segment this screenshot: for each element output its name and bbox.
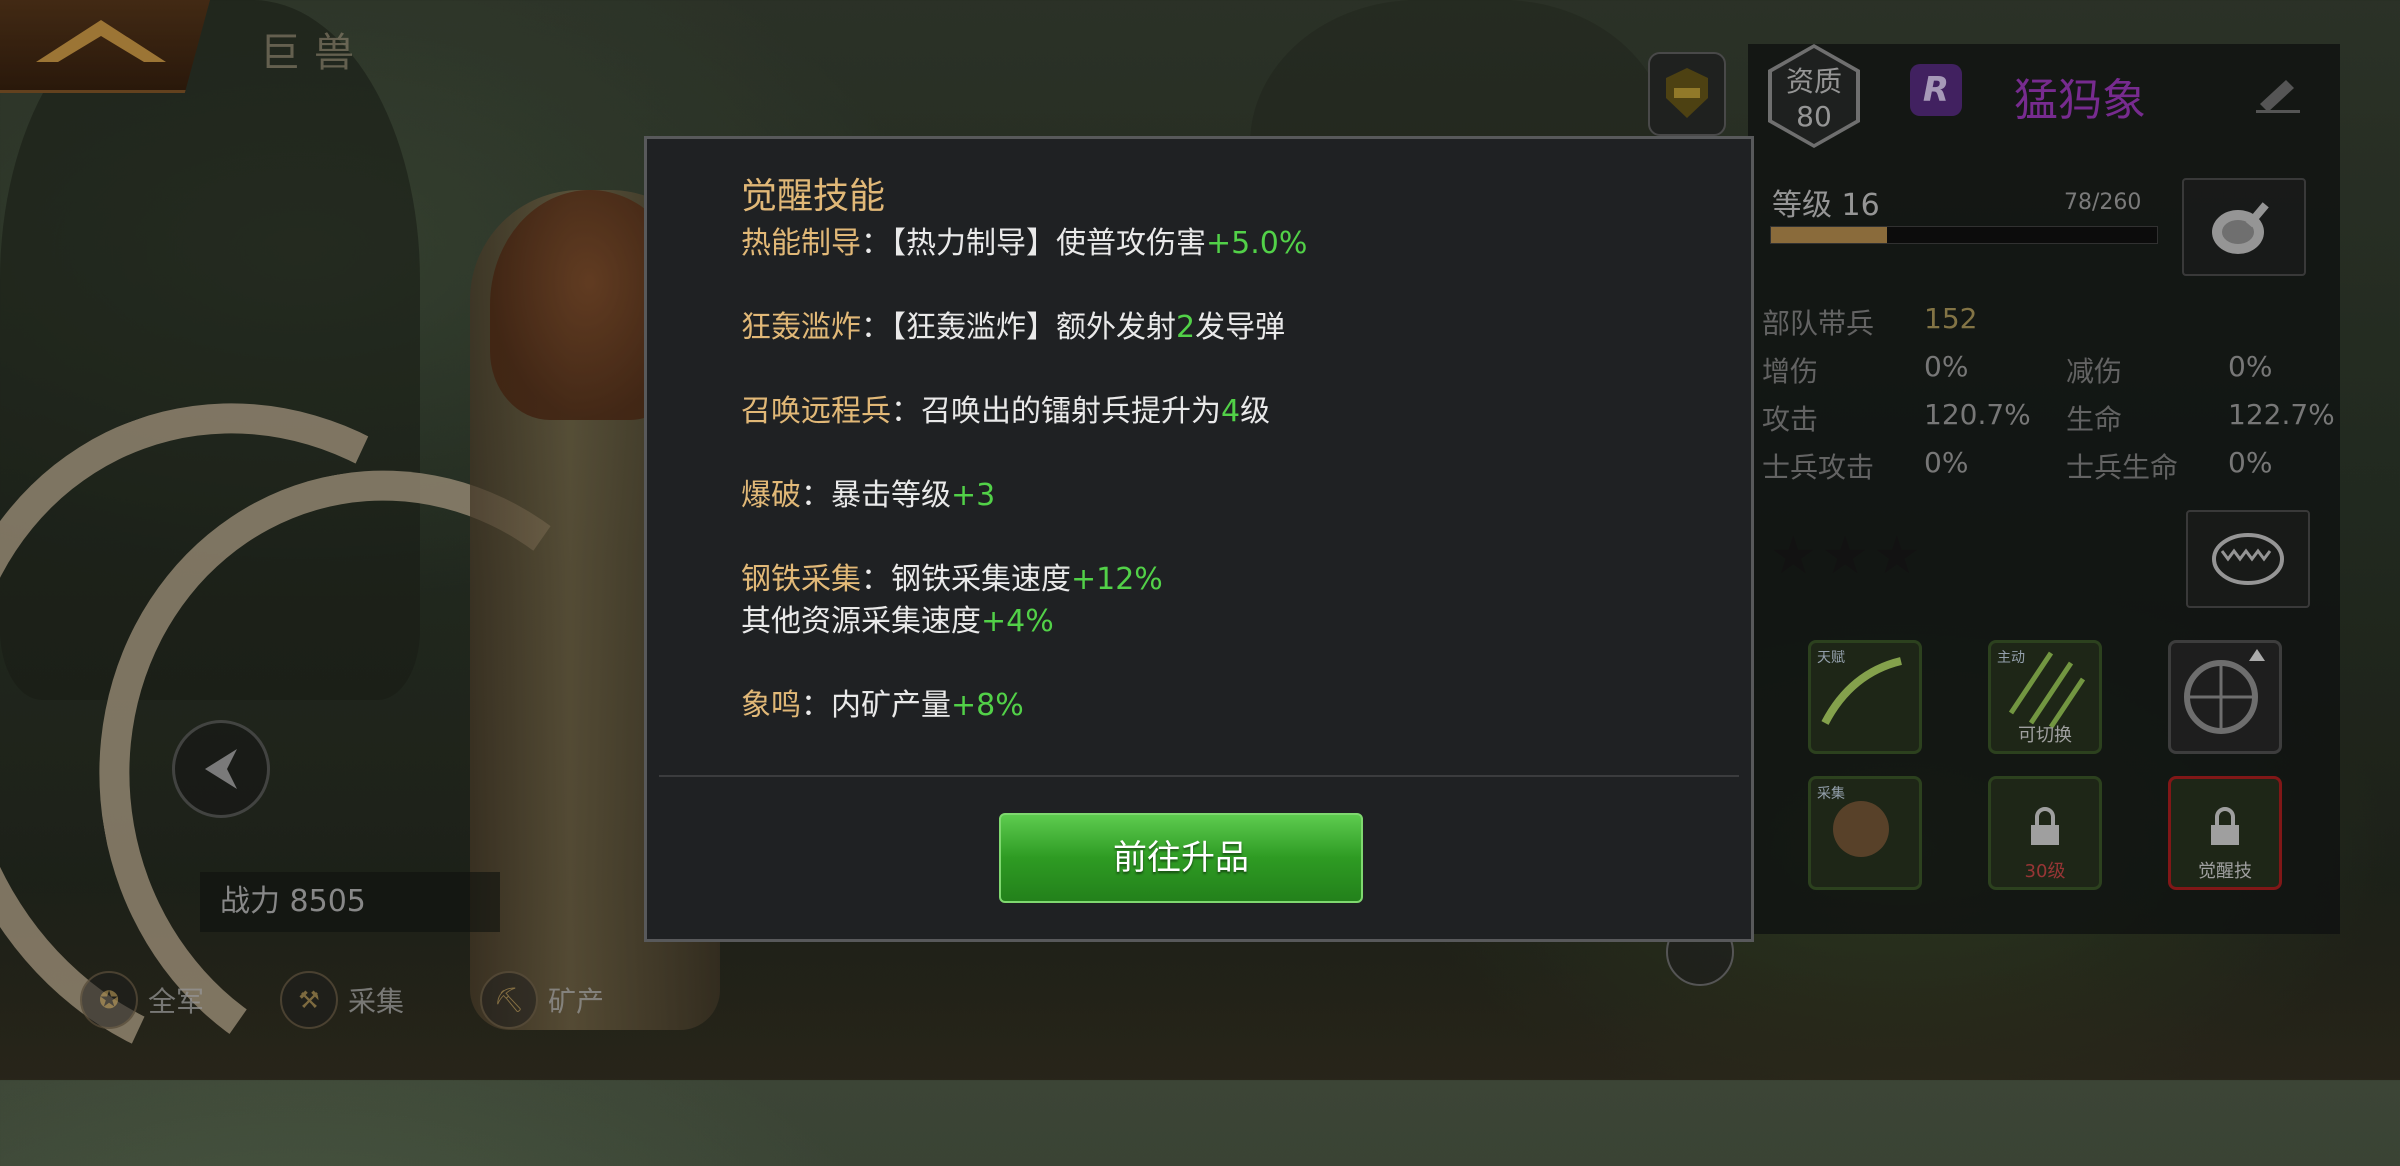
skill-desc: ：【狂轰滥炸】额外发射 xyxy=(861,310,1176,345)
skill-name: 象鸣 xyxy=(741,688,801,723)
awakening-skills-dialog: 觉醒技能 热能制导：【热力制导】使普攻伤害+5.0% 狂轰滥炸：【狂轰滥炸】额外… xyxy=(644,136,1754,942)
skill-name: 钢铁采集 xyxy=(741,562,861,597)
skill-bonus: +5.0% xyxy=(1206,226,1308,261)
skill-entry: 象鸣：内矿产量+8% xyxy=(741,685,1701,727)
skill-entry: 召唤远程兵：召唤出的镭射兵提升为4级 xyxy=(741,391,1701,433)
skill-desc: ：召唤出的镭射兵提升为 xyxy=(891,394,1221,429)
skill-desc: 其他资源采集速度 xyxy=(741,604,981,639)
skill-desc: ：内矿产量 xyxy=(801,688,951,723)
skill-desc-suffix: 发导弹 xyxy=(1195,310,1286,345)
skill-name: 召唤远程兵 xyxy=(741,394,891,429)
skill-entry: 热能制导：【热力制导】使普攻伤害+5.0% xyxy=(741,223,1701,265)
skill-bonus: +8% xyxy=(951,688,1024,723)
skill-bonus: 2 xyxy=(1176,310,1196,345)
skill-desc: ：钢铁采集速度 xyxy=(861,562,1071,597)
go-upgrade-button[interactable]: 前往升品 xyxy=(999,813,1363,903)
skill-name: 热能制导 xyxy=(741,226,861,261)
dialog-divider xyxy=(659,775,1739,777)
skill-desc: ：【热力制导】使普攻伤害 xyxy=(861,226,1206,261)
skill-desc: ：暴击等级 xyxy=(801,478,951,513)
skill-bonus: +12% xyxy=(1071,562,1163,597)
skill-bonus: +3 xyxy=(951,478,996,513)
skill-entry: 狂轰滥炸：【狂轰滥炸】额外发射2发导弹 xyxy=(741,307,1701,349)
skill-entry: 爆破：暴击等级+3 xyxy=(741,475,1701,517)
skill-bonus: +4% xyxy=(981,604,1054,639)
skill-entry: 钢铁采集：钢铁采集速度+12% 其他资源采集速度+4% xyxy=(741,559,1701,643)
skill-list: 热能制导：【热力制导】使普攻伤害+5.0% 狂轰滥炸：【狂轰滥炸】额外发射2发导… xyxy=(741,223,1701,769)
skill-bonus: 4 xyxy=(1221,394,1241,429)
dialog-title: 觉醒技能 xyxy=(741,176,886,217)
skill-desc-suffix: 级 xyxy=(1240,394,1271,429)
skill-name: 狂轰滥炸 xyxy=(741,310,861,345)
skill-name: 爆破 xyxy=(741,478,801,513)
